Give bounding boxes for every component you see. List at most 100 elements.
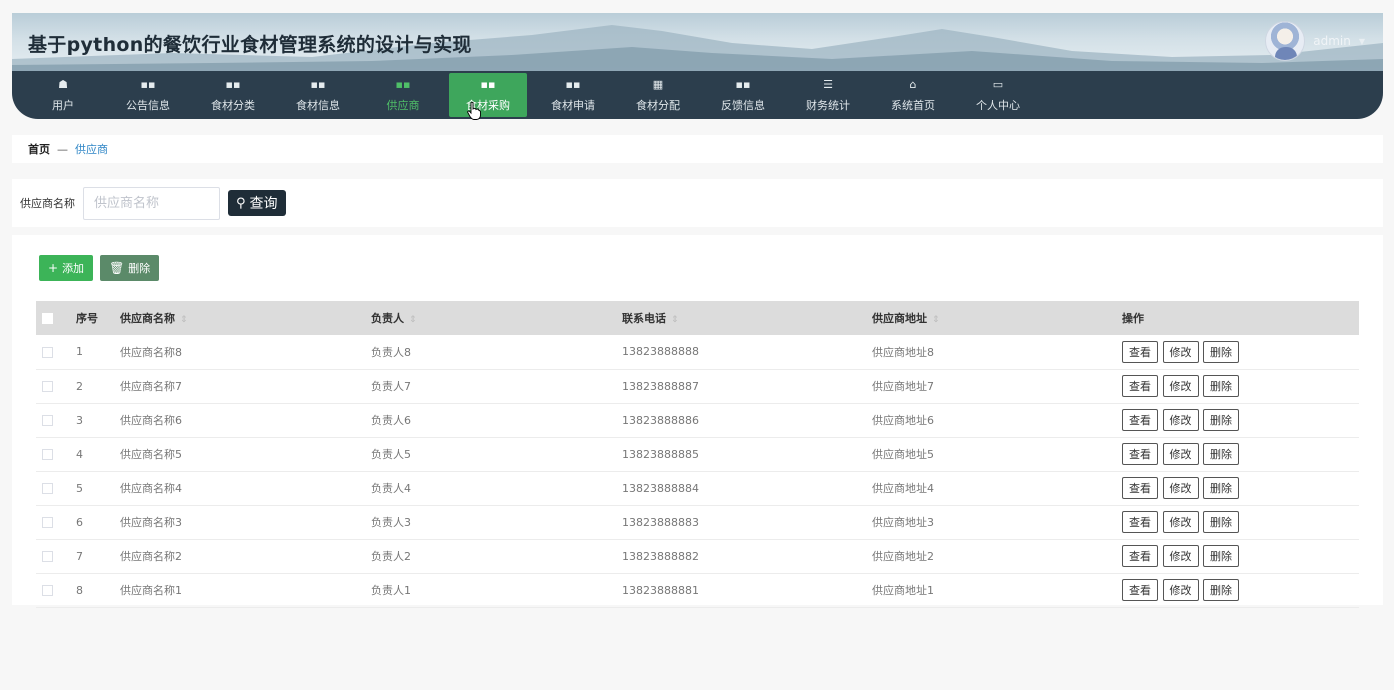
nav-item-0[interactable]: ☗ 用户 xyxy=(24,73,102,117)
edit-button[interactable]: 修改 xyxy=(1162,477,1199,499)
cell-person: 负责人5 xyxy=(371,437,622,472)
nav-item-label: 食材申请 xyxy=(551,98,595,112)
row-delete-button[interactable]: 删除 xyxy=(1203,409,1239,431)
nav-item-8[interactable]: ▪▪ 反馈信息 xyxy=(704,73,782,117)
user-icon: ☗ xyxy=(58,77,68,91)
grid-icon: ▪▪ xyxy=(225,77,241,91)
user-menu[interactable]: admin ▼ xyxy=(1265,21,1365,61)
cell-phone: 13823888882 xyxy=(622,539,872,574)
nav-item-4[interactable]: ▪▪ 供应商 xyxy=(364,73,442,117)
breadcrumb-current: 供应商 xyxy=(75,143,108,156)
plus-icon: + xyxy=(48,261,59,275)
cell-person: 负责人1 xyxy=(371,573,622,608)
table-icon: ▦ xyxy=(652,77,664,91)
view-button[interactable]: 查看 xyxy=(1122,579,1158,601)
view-button[interactable]: 查看 xyxy=(1122,545,1158,567)
nav-item-7[interactable]: ▦ 食材分配 xyxy=(619,73,697,117)
view-button[interactable]: 查看 xyxy=(1122,340,1158,363)
search-icon: ⚲ xyxy=(236,195,246,211)
row-checkbox[interactable] xyxy=(42,415,53,426)
sort-icon[interactable]: ⇕ xyxy=(409,315,417,325)
nav-item-label: 公告信息 xyxy=(126,98,170,112)
header-name[interactable]: 供应商名称 ⇕ xyxy=(120,301,371,335)
breadcrumb-separator: — xyxy=(57,142,68,156)
row-delete-button[interactable]: 删除 xyxy=(1203,579,1239,601)
search-input[interactable] xyxy=(83,186,220,220)
cell-actions: 查看 修改 删除 xyxy=(1122,539,1359,574)
cell-phone: 13823888888 xyxy=(622,335,872,370)
cell-phone: 13823888885 xyxy=(622,437,872,472)
supplier-table: 序号 供应商名称 ⇕ 负责人 ⇕ 联系电话 ⇕ 供应商地址 ⇕ 操作 1 供应商名称8 负责… xyxy=(36,301,1359,608)
sort-icon[interactable]: ⇕ xyxy=(180,315,188,325)
view-button[interactable]: 查看 xyxy=(1122,409,1158,431)
edit-button[interactable]: 修改 xyxy=(1162,443,1199,465)
row-checkbox[interactable] xyxy=(42,517,53,528)
edit-button[interactable]: 修改 xyxy=(1162,409,1199,431)
cell-name: 供应商名称1 xyxy=(120,573,371,608)
header-address[interactable]: 供应商地址 ⇕ xyxy=(872,301,1122,335)
select-all-checkbox[interactable] xyxy=(42,313,53,324)
cell-person: 负责人8 xyxy=(371,335,622,370)
cell-actions: 查看 修改 删除 xyxy=(1122,403,1359,438)
cell-name: 供应商名称3 xyxy=(120,505,371,540)
edit-button[interactable]: 修改 xyxy=(1162,375,1199,397)
cell-index: 7 xyxy=(76,539,120,574)
view-button[interactable]: 查看 xyxy=(1122,477,1158,499)
nav-item-9[interactable]: ☰ 财务统计 xyxy=(789,73,867,117)
row-checkbox[interactable] xyxy=(42,449,53,460)
nav-item-10[interactable]: ⌂ 系统首页 xyxy=(874,73,952,117)
row-delete-button[interactable]: 删除 xyxy=(1203,477,1239,499)
header-phone[interactable]: 联系电话 ⇕ xyxy=(622,301,872,335)
nav-item-label: 反馈信息 xyxy=(721,98,765,112)
sort-icon[interactable]: ⇕ xyxy=(932,315,940,325)
row-checkbox[interactable] xyxy=(42,346,53,358)
row-delete-button[interactable]: 删除 xyxy=(1203,340,1239,363)
edit-button[interactable]: 修改 xyxy=(1162,545,1199,567)
avatar[interactable] xyxy=(1265,21,1306,61)
cell-actions: 查看 修改 删除 xyxy=(1122,369,1359,404)
home-icon: ⌂ xyxy=(909,77,917,91)
nav-item-2[interactable]: ▪▪ 食材分类 xyxy=(194,73,272,117)
add-button[interactable]: + 添加 xyxy=(39,255,94,281)
card-icon: ▭ xyxy=(992,77,1004,91)
row-delete-button[interactable]: 删除 xyxy=(1203,443,1239,465)
cell-address: 供应商地址6 xyxy=(872,403,1122,438)
search-button[interactable]: ⚲ 查询 xyxy=(228,190,286,216)
row-delete-button[interactable]: 删除 xyxy=(1203,375,1239,397)
cell-index: 2 xyxy=(76,369,120,404)
view-button[interactable]: 查看 xyxy=(1122,511,1158,533)
breadcrumb-home[interactable]: 首页 xyxy=(28,141,50,157)
cell-index: 3 xyxy=(76,403,120,438)
nav-item-1[interactable]: ▪▪ 公告信息 xyxy=(109,73,187,117)
row-delete-button[interactable]: 删除 xyxy=(1203,545,1239,567)
row-checkbox[interactable] xyxy=(42,483,53,494)
nav-item-label: 供应商 xyxy=(386,98,420,112)
row-checkbox[interactable] xyxy=(42,585,53,596)
delete-button[interactable]: 🗑 删除 xyxy=(100,255,160,281)
header-person-label: 负责人 xyxy=(371,312,404,325)
row-delete-button[interactable]: 删除 xyxy=(1203,511,1239,533)
sort-icon[interactable]: ⇕ xyxy=(671,315,679,325)
view-button[interactable]: 查看 xyxy=(1122,443,1158,465)
nav-item-5[interactable]: ▪▪ 食材采购 xyxy=(449,73,527,117)
username[interactable]: admin xyxy=(1313,34,1351,48)
edit-button[interactable]: 修改 xyxy=(1162,511,1199,533)
edit-button[interactable]: 修改 xyxy=(1162,579,1199,601)
cell-name: 供应商名称2 xyxy=(120,539,371,574)
table-row: 1 供应商名称8 负责人8 13823888888 供应商地址8 查看 修改 删除 xyxy=(36,335,1359,370)
row-checkbox[interactable] xyxy=(42,381,53,392)
view-button[interactable]: 查看 xyxy=(1122,375,1158,397)
row-checkbox[interactable] xyxy=(42,551,53,562)
row-checkbox-cell xyxy=(36,539,76,574)
row-checkbox-cell xyxy=(36,335,76,370)
edit-button[interactable]: 修改 xyxy=(1162,340,1199,363)
header-person[interactable]: 负责人 ⇕ xyxy=(371,301,622,335)
nav-item-11[interactable]: ▭ 个人中心 xyxy=(959,73,1037,117)
cell-address: 供应商地址2 xyxy=(872,539,1122,574)
toolbar: + 添加 🗑 删除 xyxy=(39,255,160,281)
row-checkbox-cell xyxy=(36,505,76,540)
nav-item-3[interactable]: ▪▪ 食材信息 xyxy=(279,73,357,117)
nav-item-6[interactable]: ▪▪ 食材申请 xyxy=(534,73,612,117)
chevron-down-icon[interactable]: ▼ xyxy=(1359,37,1365,46)
grid-icon: ▪▪ xyxy=(140,77,156,91)
